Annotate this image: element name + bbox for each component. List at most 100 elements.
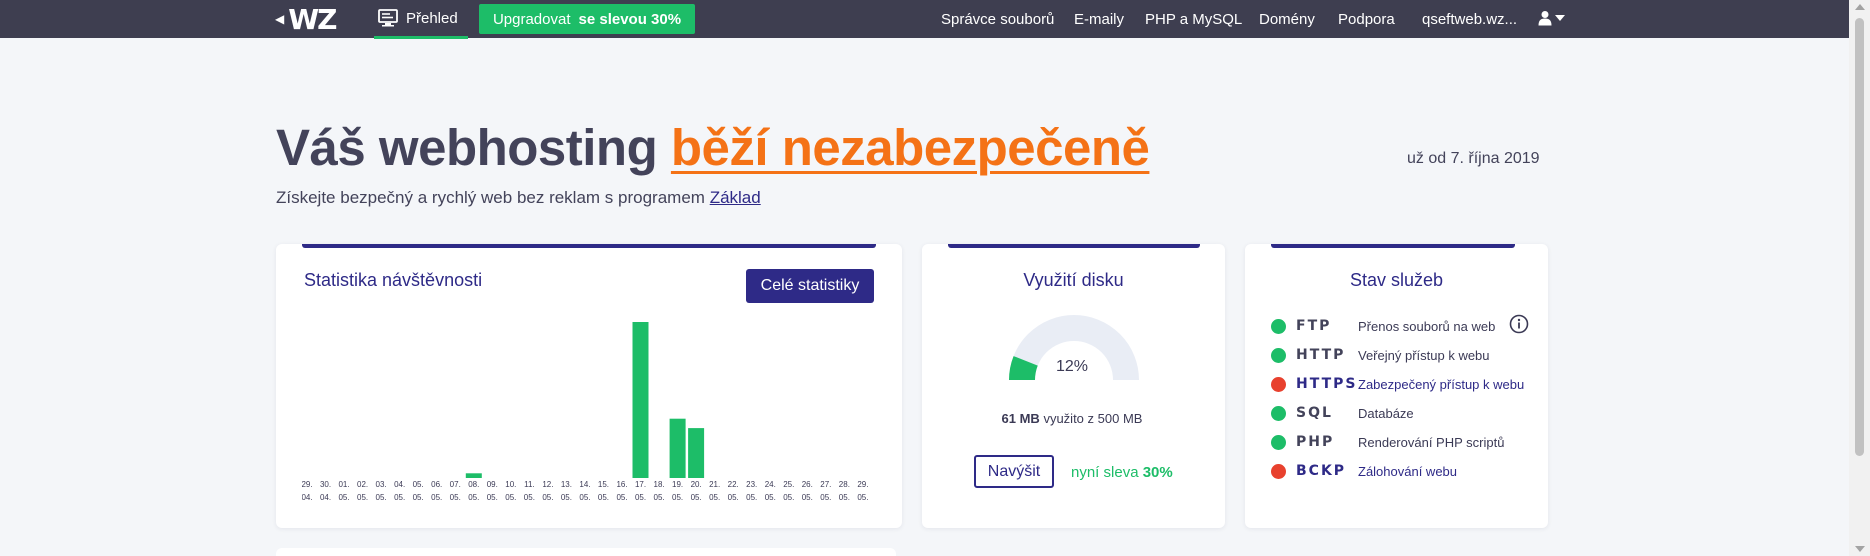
x-tick-month: 05. bbox=[857, 493, 868, 502]
x-tick-month: 05. bbox=[672, 493, 683, 502]
services-title: Stav služeb bbox=[1349, 270, 1444, 290]
chart-bar bbox=[632, 322, 649, 478]
x-tick-day: 07. bbox=[450, 480, 461, 489]
x-tick-month: 05. bbox=[468, 493, 479, 502]
traffic-title: Statistika návštěvnosti bbox=[304, 270, 483, 290]
x-tick-day: 20. bbox=[691, 480, 702, 489]
service-row-http: HTTP Veřejný přístup k webu bbox=[1271, 344, 1490, 366]
info-icon[interactable] bbox=[1509, 314, 1529, 334]
page-title-warning: běží nezabezpečeně bbox=[670, 119, 1150, 176]
x-tick-month: 05. bbox=[635, 493, 646, 502]
x-tick-day: 10. bbox=[505, 480, 516, 489]
chart-bar bbox=[669, 418, 686, 478]
x-tick-day: 03. bbox=[376, 480, 387, 489]
service-description: Databáze bbox=[1358, 405, 1414, 421]
x-tick-month: 05. bbox=[394, 493, 405, 502]
nav-file-manager[interactable]: Správce souborů bbox=[941, 0, 1054, 38]
service-description: Zabezpečený přístup k webu bbox=[1358, 376, 1525, 392]
vertical-scrollbar[interactable] bbox=[1849, 0, 1870, 556]
x-tick-day: 25. bbox=[783, 480, 794, 489]
scrollbar-thumb[interactable] bbox=[1855, 18, 1864, 456]
service-code: FTP bbox=[1296, 318, 1332, 334]
x-tick-day: 27. bbox=[820, 480, 831, 489]
disk-usage-text: 61 MB využito z 500 MB bbox=[922, 411, 1222, 426]
discount-prefix: nyní sleva bbox=[1071, 464, 1139, 481]
x-tick-month: 05. bbox=[542, 493, 553, 502]
service-description: Zálohování webu bbox=[1358, 463, 1458, 479]
x-tick-month: 05. bbox=[616, 493, 627, 502]
full-stats-button[interactable]: Celé statistiky bbox=[746, 269, 874, 303]
disk-title: Využití disku bbox=[1023, 270, 1124, 290]
service-code: HTTPS bbox=[1296, 376, 1358, 392]
x-tick-month: 05. bbox=[839, 493, 850, 502]
caret-down-icon bbox=[1555, 15, 1565, 21]
monitor-icon bbox=[378, 9, 398, 27]
page-title-prefix: Váš webhosting bbox=[276, 119, 658, 176]
x-tick-day: 01. bbox=[338, 480, 349, 489]
nav-php-mysql[interactable]: PHP a MySQL bbox=[1145, 0, 1242, 38]
traffic-bar-chart: 29. 04. 30. 04. 01. 05. 02. 05. 03. 05. 04. 05. 05. 0… bbox=[302, 322, 868, 502]
service-row-sql: SQL Databáze bbox=[1271, 402, 1414, 424]
disk-usage-label: využito z 500 MB bbox=[1043, 411, 1143, 426]
tab-overview[interactable]: Přehled bbox=[374, 0, 468, 39]
card-accent bbox=[302, 244, 876, 248]
x-tick-month: 05. bbox=[783, 493, 794, 502]
x-tick-day: 06. bbox=[431, 480, 442, 489]
x-tick-month: 05. bbox=[820, 493, 831, 502]
x-tick-month: 04. bbox=[320, 493, 331, 502]
service-code: SQL bbox=[1296, 405, 1333, 421]
card-accent bbox=[1271, 244, 1515, 248]
chart-bar bbox=[465, 473, 482, 478]
service-code: PHP bbox=[1296, 434, 1335, 450]
x-tick-day: 29. bbox=[857, 480, 868, 489]
chart-bar bbox=[688, 428, 705, 478]
upgrade-button[interactable]: Upgradovat se slevou 30% bbox=[479, 4, 695, 34]
page-title: Váš webhosting běží nezabezpečeně bbox=[276, 118, 1150, 177]
nav-account-domain[interactable]: qseftweb.wz... bbox=[1422, 0, 1517, 38]
x-tick-month: 05. bbox=[579, 493, 590, 502]
increase-disk-button[interactable]: Navýšit bbox=[974, 455, 1054, 488]
upgrade-discount-label: se slevou 30% bbox=[578, 10, 682, 28]
x-tick-month: 05. bbox=[524, 493, 535, 502]
x-tick-month: 05. bbox=[802, 493, 813, 502]
status-dot bbox=[1271, 405, 1286, 421]
page-subtitle: Získejte bezpečný a rychlý web bez rekla… bbox=[276, 188, 761, 208]
plan-link[interactable]: Základ bbox=[710, 188, 761, 207]
x-tick-day: 29. bbox=[302, 480, 313, 489]
x-tick-month: 05. bbox=[487, 493, 498, 502]
x-tick-day: 26. bbox=[802, 480, 813, 489]
x-tick-day: 18. bbox=[654, 480, 665, 489]
service-row-php: PHP Renderování PHP scriptů bbox=[1271, 431, 1504, 453]
x-tick-month: 05. bbox=[654, 493, 665, 502]
page-subtitle-text: Získejte bezpečný a rychlý web bez rekla… bbox=[276, 188, 705, 207]
nav-emails[interactable]: E-maily bbox=[1074, 0, 1124, 38]
status-dot bbox=[1271, 347, 1286, 363]
x-tick-month: 05. bbox=[431, 493, 442, 502]
x-tick-month: 05. bbox=[691, 493, 702, 502]
next-card-edge bbox=[276, 548, 896, 556]
scroll-up-arrow[interactable] bbox=[1855, 4, 1865, 10]
x-tick-month: 05. bbox=[376, 493, 387, 502]
service-code: BCKP bbox=[1296, 463, 1347, 479]
upgrade-label: Upgradovat bbox=[492, 10, 571, 28]
x-tick-day: 30. bbox=[320, 480, 331, 489]
x-tick-month: 05. bbox=[505, 493, 516, 502]
x-tick-month: 05. bbox=[765, 493, 776, 502]
user-icon bbox=[1538, 11, 1552, 26]
logo[interactable]: ◀ WZ bbox=[275, 3, 337, 36]
x-tick-day: 15. bbox=[598, 480, 609, 489]
services-card: Stav služeb FTP Přenos souborů na web HTTP… bbox=[1245, 244, 1548, 528]
x-tick-day: 16. bbox=[616, 480, 627, 489]
tab-overview-label: Přehled bbox=[406, 9, 458, 27]
disk-card: Využití disku 12% 61 MB využito z 500 MB… bbox=[922, 244, 1225, 528]
user-menu[interactable] bbox=[1538, 10, 1565, 26]
nav-domains[interactable]: Domény bbox=[1259, 0, 1315, 38]
x-tick-month: 05. bbox=[561, 493, 572, 502]
status-dot bbox=[1271, 318, 1286, 334]
x-tick-month: 05. bbox=[728, 493, 739, 502]
x-tick-day: 12. bbox=[542, 480, 553, 489]
scroll-down-arrow[interactable] bbox=[1855, 546, 1865, 552]
x-tick-day: 24. bbox=[765, 480, 776, 489]
nav-support[interactable]: Podpora bbox=[1338, 0, 1395, 38]
disk-discount: nyní sleva 30% bbox=[1071, 464, 1173, 481]
